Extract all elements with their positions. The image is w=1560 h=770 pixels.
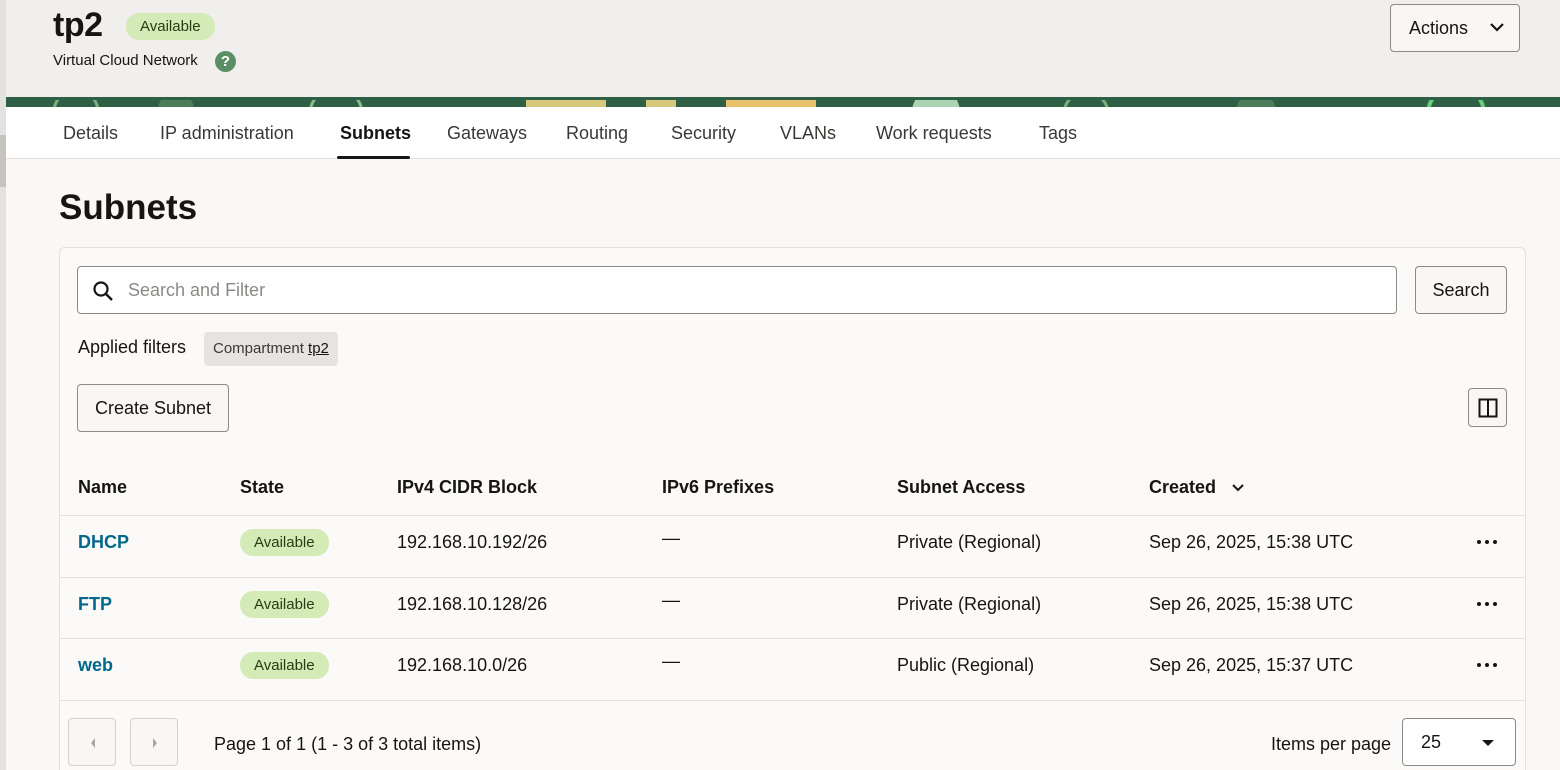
row-divider bbox=[60, 638, 1525, 639]
banner-pattern bbox=[6, 97, 1560, 107]
search-icon bbox=[93, 281, 113, 301]
row-status-badge: Available bbox=[240, 591, 329, 618]
column-header-created-label: Created bbox=[1149, 477, 1217, 497]
next-page-button[interactable] bbox=[130, 718, 178, 766]
row-status-badge: Available bbox=[240, 652, 329, 679]
chevron-right-icon bbox=[153, 738, 157, 748]
row-divider bbox=[60, 577, 1525, 578]
help-icon[interactable]: ? bbox=[215, 51, 236, 72]
filter-chip-value[interactable]: tp2 bbox=[308, 340, 329, 357]
tab-ip-administration[interactable]: IP administration bbox=[160, 123, 294, 144]
actions-button-label: Actions bbox=[1409, 18, 1469, 38]
column-header-name[interactable]: Name bbox=[78, 477, 127, 498]
items-per-page-value: 25 bbox=[1421, 732, 1442, 752]
row-actions-menu[interactable] bbox=[1474, 594, 1500, 614]
page-title: tp2 bbox=[53, 6, 103, 44]
row-status-badge: Available bbox=[240, 529, 329, 556]
page: tp2 Available Virtual Cloud Network ? Ac… bbox=[0, 0, 1560, 770]
row-ipv4: 192.168.10.192/26 bbox=[397, 532, 548, 552]
actions-button[interactable]: Actions bbox=[1390, 4, 1520, 52]
resource-type-label: Virtual Cloud Network bbox=[53, 52, 198, 69]
header-divider bbox=[60, 515, 1525, 516]
caret-down-icon bbox=[1482, 740, 1494, 746]
tab-subnets[interactable]: Subnets bbox=[340, 123, 411, 144]
items-per-page-select[interactable]: 25 bbox=[1402, 718, 1516, 766]
tab-details[interactable]: Details bbox=[63, 123, 118, 144]
subnets-card bbox=[59, 247, 1526, 770]
filter-chip-key: Compartment bbox=[213, 340, 304, 357]
column-settings-button[interactable] bbox=[1468, 388, 1507, 427]
filter-chip-compartment[interactable]: Compartment tp2 bbox=[204, 332, 338, 366]
tab-vlans[interactable]: VLANs bbox=[780, 123, 836, 144]
subnet-name-link[interactable]: FTP bbox=[78, 594, 112, 615]
row-created: Sep 26, 2025, 15:38 UTC bbox=[1149, 532, 1354, 552]
active-tab-indicator bbox=[337, 156, 410, 159]
previous-page-button[interactable] bbox=[68, 718, 116, 766]
column-header-created[interactable]: Created bbox=[1149, 477, 1245, 498]
tab-work-requests[interactable]: Work requests bbox=[876, 123, 992, 144]
subnet-name-link[interactable]: DHCP bbox=[78, 532, 129, 553]
decorative-banner bbox=[6, 97, 1560, 107]
row-subnet-access: Private (Regional) bbox=[897, 532, 1042, 552]
row-actions-menu[interactable] bbox=[1474, 532, 1500, 552]
row-subnet-access: Private (Regional) bbox=[897, 594, 1042, 614]
status-badge: Available bbox=[126, 13, 215, 40]
search-field[interactable] bbox=[77, 266, 1397, 314]
section-title: Subnets bbox=[59, 188, 198, 227]
chevron-down-icon bbox=[1490, 23, 1504, 32]
row-subnet-access: Public (Regional) bbox=[897, 655, 1035, 675]
page-header bbox=[6, 0, 1560, 97]
row-created: Sep 26, 2025, 15:37 UTC bbox=[1149, 655, 1354, 675]
tab-gateways[interactable]: Gateways bbox=[447, 123, 527, 144]
row-ipv6: — bbox=[662, 590, 680, 610]
tab-tags[interactable]: Tags bbox=[1039, 123, 1077, 144]
applied-filters-label: Applied filters bbox=[78, 337, 187, 357]
row-ipv4: 192.168.10.128/26 bbox=[397, 594, 548, 614]
column-header-ipv4[interactable]: IPv4 CIDR Block bbox=[397, 477, 537, 498]
column-header-subnet-access[interactable]: Subnet Access bbox=[897, 477, 1025, 498]
items-per-page-label: Items per page bbox=[1271, 734, 1392, 754]
row-ipv6: — bbox=[662, 528, 680, 548]
tab-security[interactable]: Security bbox=[671, 123, 736, 144]
row-actions-menu[interactable] bbox=[1474, 655, 1500, 675]
column-header-ipv6[interactable]: IPv6 Prefixes bbox=[662, 477, 774, 498]
row-ipv4: 192.168.10.0/26 bbox=[397, 655, 528, 675]
subnet-name-link[interactable]: web bbox=[78, 655, 113, 676]
pagination-summary: Page 1 of 1 (1 - 3 of 3 total items) bbox=[214, 734, 482, 754]
row-ipv6: — bbox=[662, 651, 680, 671]
create-subnet-button[interactable]: Create Subnet bbox=[77, 384, 229, 432]
tab-routing[interactable]: Routing bbox=[566, 123, 628, 144]
columns-icon bbox=[1478, 398, 1498, 418]
tab-bar: Details IP administration Subnets Gatewa… bbox=[6, 107, 1560, 159]
row-created: Sep 26, 2025, 15:38 UTC bbox=[1149, 594, 1354, 614]
chevron-left-icon bbox=[91, 738, 95, 748]
sort-descending-icon[interactable] bbox=[1231, 483, 1245, 493]
search-input[interactable] bbox=[126, 269, 1386, 311]
row-divider bbox=[60, 700, 1525, 701]
search-button[interactable]: Search bbox=[1415, 266, 1507, 314]
column-header-state[interactable]: State bbox=[240, 477, 284, 498]
